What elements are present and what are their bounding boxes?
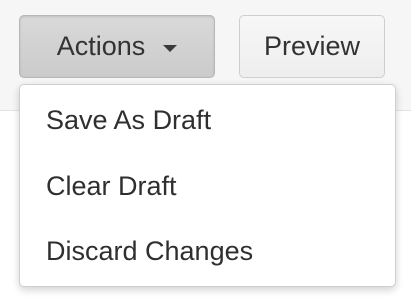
menu-item-discard-changes[interactable]: Discard Changes [20,224,395,278]
preview-button-label: Preview [263,31,361,61]
menu-item-label: Save As Draft [46,104,212,135]
actions-dropdown-button[interactable]: Actions [19,15,215,78]
actions-button-label: Actions [56,31,146,61]
actions-dropdown-menu: Save As Draft Clear Draft Discard Change… [19,84,396,287]
preview-button[interactable]: Preview [239,15,385,78]
menu-item-save-as-draft[interactable]: Save As Draft [20,93,395,147]
menu-item-clear-draft[interactable]: Clear Draft [20,159,395,213]
caret-down-icon [163,44,178,52]
menu-item-label: Discard Changes [46,235,254,266]
menu-item-label: Clear Draft [46,170,177,201]
